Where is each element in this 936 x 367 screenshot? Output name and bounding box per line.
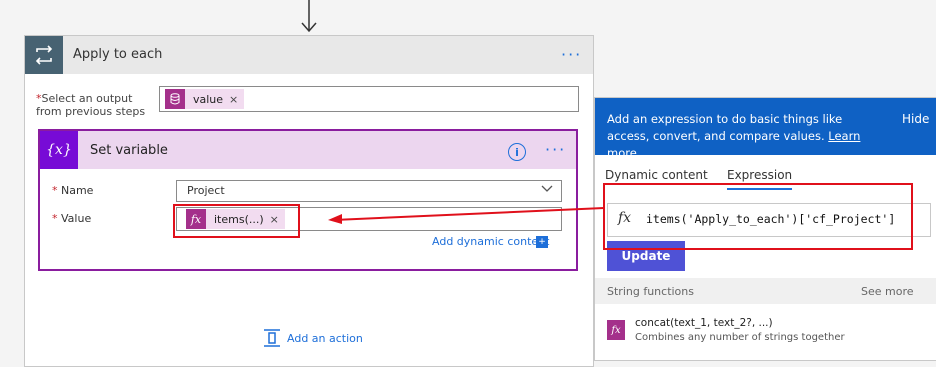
fx-icon: fx (607, 320, 625, 340)
apply-to-each-card: Apply to each ··· *Select an output from… (24, 35, 594, 367)
name-field-label: * Name (52, 184, 93, 197)
name-dropdown-value: Project (187, 184, 225, 197)
output-label-line1: Select an output (41, 92, 133, 105)
set-variable-header[interactable]: {x} Set variable i ··· (40, 131, 576, 169)
add-dynamic-content-icon[interactable]: + (536, 236, 548, 248)
value-token[interactable]: value × (165, 89, 245, 109)
chevron-down-icon (541, 185, 553, 192)
add-an-action-link[interactable]: Add an action (287, 332, 363, 345)
flow-connector-arrow (301, 0, 317, 33)
name-dropdown[interactable]: Project (176, 180, 562, 202)
loop-icon (25, 36, 63, 74)
see-more-link[interactable]: See more (861, 285, 914, 298)
info-icon[interactable]: i (508, 143, 526, 161)
required-mark: * (52, 212, 58, 225)
string-functions-section: String functions See more (595, 278, 936, 304)
value-field-label: * Value (52, 212, 91, 225)
panel-message: Add an expression to do basic things lik… (607, 111, 877, 162)
highlight-box-token (173, 204, 300, 238)
value-token-remove-button[interactable]: × (229, 93, 238, 106)
tab-dynamic-content[interactable]: Dynamic content (605, 168, 708, 182)
function-name[interactable]: concat(text_1, text_2?, ...) (635, 317, 773, 329)
apply-to-each-title: Apply to each (73, 47, 163, 62)
set-variable-more-button[interactable]: ··· (545, 140, 566, 159)
output-input[interactable]: value × (159, 86, 579, 112)
output-label-line2: from previous steps (36, 105, 146, 118)
set-variable-title: Set variable (90, 143, 168, 158)
required-mark: * (52, 184, 58, 197)
apply-to-each-header[interactable]: Apply to each ··· (25, 36, 593, 74)
section-title: String functions (607, 285, 694, 298)
value-label-text: Value (61, 212, 92, 225)
panel-header: Add an expression to do basic things lik… (595, 98, 936, 160)
highlight-box-expression (603, 183, 913, 250)
add-dynamic-content-link[interactable]: Add dynamic content (432, 235, 549, 248)
variable-icon: {x} (40, 131, 78, 169)
annotation-arrow (328, 207, 605, 224)
output-field-label: *Select an output from previous steps (36, 92, 176, 118)
database-icon (165, 89, 185, 109)
name-label-text: Name (61, 184, 94, 197)
function-description: Combines any number of strings together (635, 332, 845, 343)
value-token-label: value (193, 92, 224, 106)
apply-to-each-more-button[interactable]: ··· (561, 45, 582, 64)
panel-message-text: Add an expression to do basic things lik… (607, 112, 843, 143)
hide-button[interactable]: Hide (902, 112, 929, 126)
add-action-icon (264, 329, 280, 347)
set-variable-card: {x} Set variable i ··· * Name Project * … (38, 129, 578, 271)
